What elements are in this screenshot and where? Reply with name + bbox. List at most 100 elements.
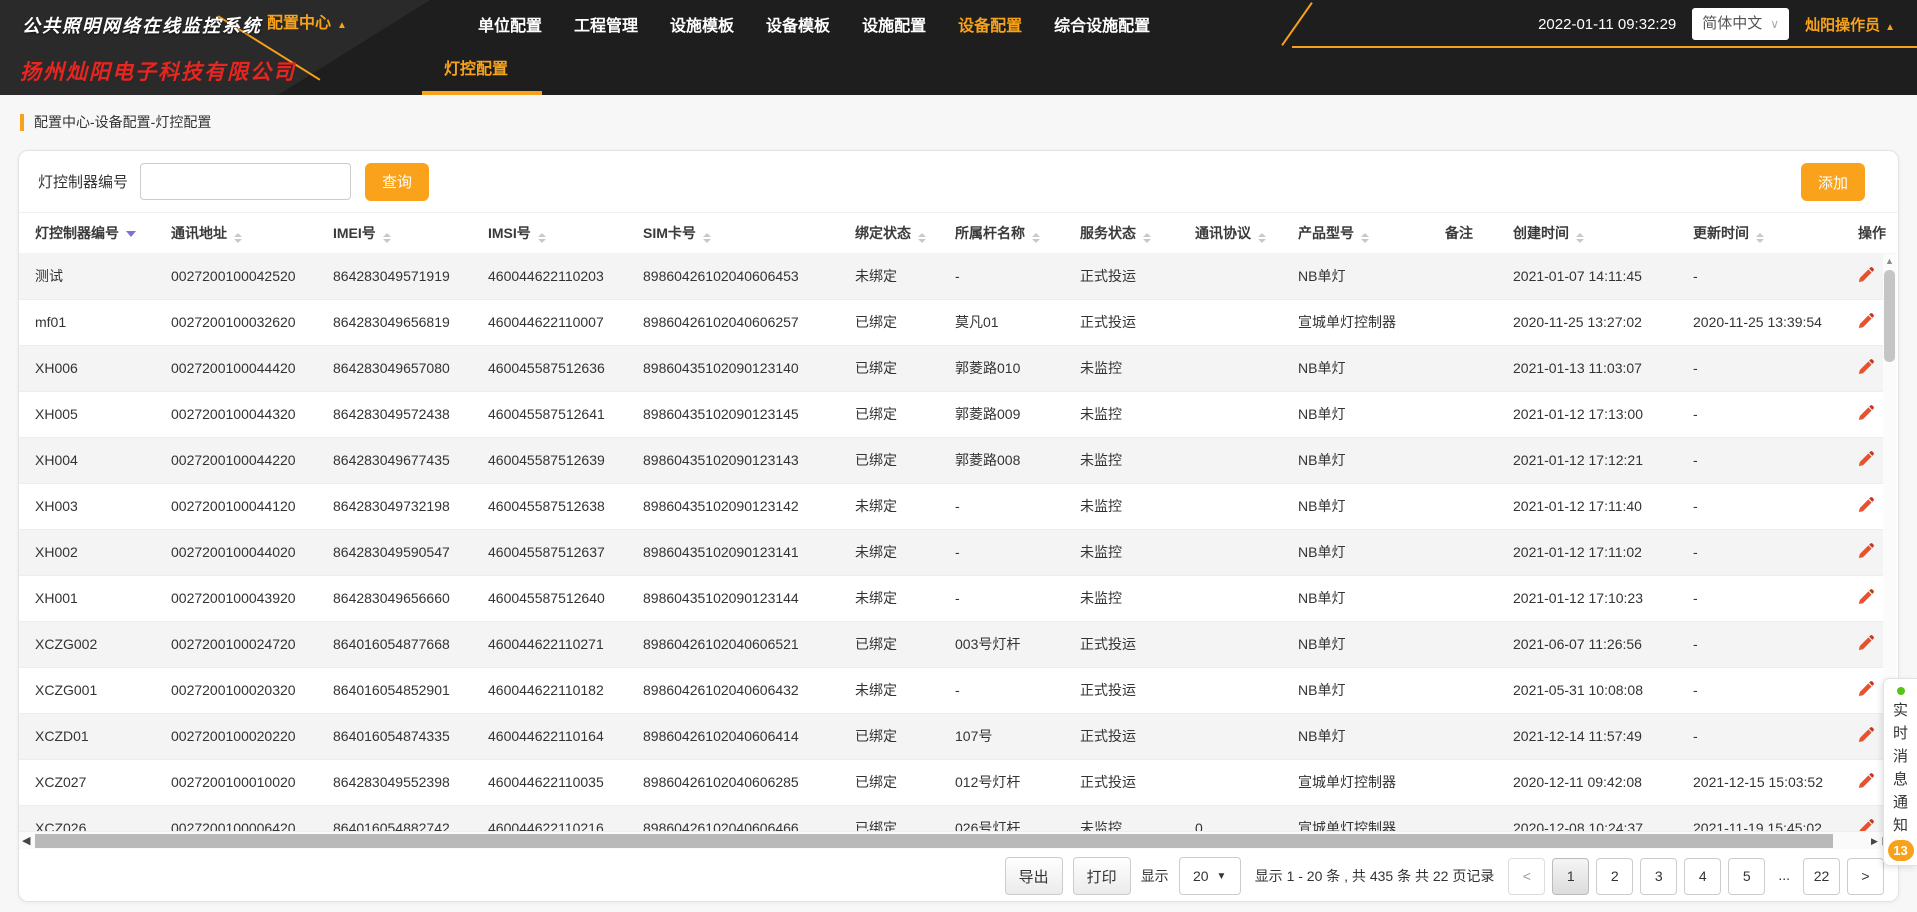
table-cell: 未监控 [1068, 483, 1183, 529]
user-menu[interactable]: 灿阳操作员▲ [1805, 14, 1895, 35]
nav-item[interactable]: 单位配置 [478, 12, 542, 36]
nav-item[interactable]: 设备配置 [958, 12, 1022, 36]
column-header[interactable]: IMEI号 [321, 213, 476, 253]
collapse-arrow-icon[interactable]: ▶ [1871, 836, 1878, 847]
column-header[interactable]: SIM卡号 [631, 213, 843, 253]
table-cell: 864016054882742 [321, 805, 476, 831]
edit-icon[interactable] [1858, 726, 1875, 743]
edit-icon[interactable] [1858, 818, 1875, 831]
vertical-scroll-thumb[interactable] [1884, 270, 1895, 362]
table-cell: 89860426102040606257 [631, 299, 843, 345]
table-cell: 正式投运 [1068, 713, 1183, 759]
table-cell: 郭菱路009 [943, 391, 1068, 437]
column-header[interactable]: 通讯协议 [1183, 213, 1286, 253]
edit-icon[interactable] [1858, 404, 1875, 421]
page-button[interactable]: 4 [1684, 858, 1721, 895]
edit-icon[interactable] [1858, 634, 1875, 651]
column-header[interactable]: 创建时间 [1501, 213, 1681, 253]
edit-icon[interactable] [1858, 358, 1875, 375]
page-button[interactable]: 2 [1596, 858, 1633, 895]
column-header[interactable]: 服务状态 [1068, 213, 1183, 253]
edit-icon[interactable] [1858, 588, 1875, 605]
column-header[interactable]: 产品型号 [1286, 213, 1433, 253]
edit-icon[interactable] [1858, 772, 1875, 789]
scroll-up-icon[interactable]: ▲ [1883, 256, 1896, 266]
table-cell: 已绑定 [843, 299, 943, 345]
table-cell: XCZ027 [19, 759, 159, 805]
table-cell: 未绑定 [843, 529, 943, 575]
nav-item[interactable]: 设施模板 [670, 12, 734, 36]
table-cell: XH002 [19, 529, 159, 575]
table-cell: 未绑定 [843, 253, 943, 299]
table-cell: 未绑定 [843, 483, 943, 529]
realtime-notification-widget[interactable]: 实时消息通知 13 ▶ [1883, 678, 1917, 866]
column-header: 操作 [1846, 213, 1896, 253]
column-header[interactable]: 灯控制器编号 [19, 213, 159, 253]
language-select[interactable]: 简体中文∨ [1692, 8, 1789, 40]
table-cell: 864283049677435 [321, 437, 476, 483]
table-cell: 460044622110271 [476, 621, 631, 667]
edit-icon[interactable] [1858, 450, 1875, 467]
edit-icon[interactable] [1858, 542, 1875, 559]
sort-icon [1032, 233, 1040, 243]
column-header[interactable]: 更新时间 [1681, 213, 1846, 253]
export-button[interactable]: 导出 [1005, 857, 1063, 895]
table-cell: 89860426102040606414 [631, 713, 843, 759]
print-button[interactable]: 打印 [1073, 857, 1131, 895]
column-header[interactable]: 绑定状态 [843, 213, 943, 253]
page-button[interactable]: 1 [1552, 858, 1589, 895]
main-nav: 单位配置 工程管理 设施模板 设备模板 设施配置 设备配置 综合设施配置 [478, 0, 1150, 48]
table-cell: 2021-01-12 17:11:40 [1501, 483, 1681, 529]
table-cell: 2020-11-25 13:39:54 [1681, 299, 1846, 345]
column-header[interactable]: 所属杆名称 [943, 213, 1068, 253]
horizontal-scrollbar[interactable]: ◀ ▶ [19, 831, 1898, 849]
table-cell: 2020-11-25 13:27:02 [1501, 299, 1681, 345]
table-cell: NB单灯 [1286, 345, 1433, 391]
table-cell: 未绑定 [843, 667, 943, 713]
next-page-button[interactable]: > [1847, 858, 1884, 895]
controller-id-input[interactable] [140, 163, 351, 200]
add-button[interactable]: 添加 [1801, 163, 1865, 201]
notify-text: 实时消息通知 [1893, 699, 1908, 837]
table-cell: 864283049552398 [321, 759, 476, 805]
edit-icon[interactable] [1858, 312, 1875, 329]
config-center-menu[interactable]: 配置中心▲ [267, 0, 347, 48]
table-cell: 864016054852901 [321, 667, 476, 713]
nav-item[interactable]: 设施配置 [862, 12, 926, 36]
sort-icon [1756, 233, 1764, 243]
column-header[interactable]: IMSI号 [476, 213, 631, 253]
edit-icon[interactable] [1858, 266, 1875, 283]
page-button[interactable]: 22 [1803, 858, 1840, 895]
page-button[interactable]: 5 [1728, 858, 1765, 895]
table-cell: 864283049590547 [321, 529, 476, 575]
table-cell: - [943, 483, 1068, 529]
table-cell: - [1681, 253, 1846, 299]
table-cell: 0027200100044020 [159, 529, 321, 575]
page-button[interactable]: 3 [1640, 858, 1677, 895]
table-cell: 0027200100042520 [159, 253, 321, 299]
table-row: XH00500272001000443208642830495724384600… [19, 391, 1896, 437]
table-cell: XH005 [19, 391, 159, 437]
table-cell: 未监控 [1068, 391, 1183, 437]
column-header[interactable]: 通讯地址 [159, 213, 321, 253]
page-size-select[interactable]: 20▼ [1179, 857, 1241, 895]
table-cell: NB单灯 [1286, 529, 1433, 575]
prev-page-button[interactable]: < [1508, 858, 1545, 895]
tab-light-control-config[interactable]: 灯控配置 [444, 48, 508, 95]
table-cell: 026号灯杆 [943, 805, 1068, 831]
nav-item[interactable]: 设备模板 [766, 12, 830, 36]
table-cell: 已绑定 [843, 345, 943, 391]
table-cell: 未绑定 [843, 575, 943, 621]
nav-item[interactable]: 综合设施配置 [1054, 12, 1150, 36]
edit-icon[interactable] [1858, 496, 1875, 513]
table-cell: XCZ026 [19, 805, 159, 831]
scroll-left-icon[interactable]: ◀ [22, 833, 30, 849]
search-toolbar: 灯控制器编号 查询 添加 [19, 151, 1898, 213]
active-tab-underline [422, 91, 542, 95]
edit-icon[interactable] [1858, 680, 1875, 697]
table-cell: XH003 [19, 483, 159, 529]
table-cell: 正式投运 [1068, 667, 1183, 713]
nav-item[interactable]: 工程管理 [574, 12, 638, 36]
query-button[interactable]: 查询 [365, 163, 429, 201]
horizontal-scroll-thumb[interactable] [35, 834, 1833, 848]
